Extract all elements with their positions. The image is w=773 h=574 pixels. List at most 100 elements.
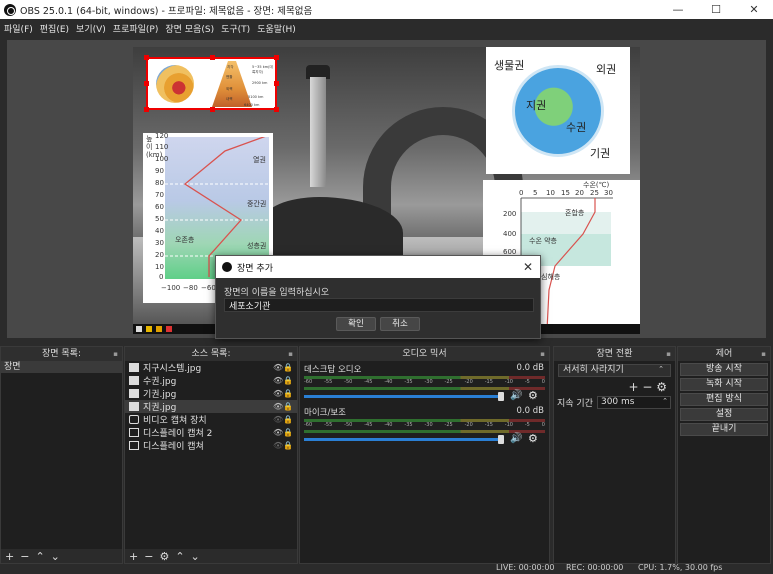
lock-icon[interactable]: 🔒 — [283, 376, 293, 385]
menu-tools[interactable]: 도구(T) — [221, 22, 250, 35]
scene-name-input[interactable] — [224, 298, 534, 312]
meter-tick: -15 — [484, 379, 493, 385]
source-item[interactable]: 수권.jpg 👁 🔒 — [125, 374, 297, 387]
sources-toolbar: + − ⚙ ⌃ ⌄ — [125, 549, 297, 563]
source-item[interactable]: 지구시스템.jpg 👁 🔒 — [125, 361, 297, 374]
earth-caption: 맨틀 — [226, 75, 233, 79]
obs-logo-icon — [222, 262, 232, 272]
source-item[interactable]: 비디오 캡쳐 장치 👁 🔒 — [125, 413, 297, 426]
speaker-icon[interactable]: 🔊 — [510, 433, 522, 444]
resize-handle[interactable] — [144, 81, 149, 86]
resize-handle[interactable] — [210, 107, 215, 112]
add-scene-dialog: 장면 추가 ✕ 장면의 이름을 입력하십시오 확인 취소 — [215, 255, 541, 339]
volume-slider-handle[interactable] — [498, 392, 504, 401]
volume-meter — [304, 387, 545, 390]
add-icon[interactable]: + — [628, 380, 638, 394]
menu-file[interactable]: 파일(F) — [4, 22, 33, 35]
x-tick: 30 — [604, 189, 613, 197]
channel-name: 마이크/보조 — [304, 408, 346, 418]
lock-icon[interactable]: 🔒 — [283, 415, 293, 424]
cancel-button[interactable]: 취소 — [380, 317, 420, 331]
source-item-selected[interactable]: 지권.jpg 👁 🔒 — [125, 400, 297, 413]
visibility-eye-icon[interactable]: 👁 — [273, 415, 283, 424]
remove-icon[interactable]: − — [144, 550, 153, 563]
menu-edit[interactable]: 편집(E) — [40, 22, 69, 35]
source-label: 지구시스템.jpg — [143, 364, 202, 374]
volume-slider[interactable] — [304, 395, 502, 398]
move-up-icon[interactable]: ⌃ — [175, 550, 184, 563]
start-streaming-button[interactable]: 방송 시작 — [680, 363, 768, 376]
transitions-dock-title: 장면 전환 — [554, 347, 675, 361]
resize-handle[interactable] — [274, 55, 279, 60]
move-down-icon[interactable]: ⌄ — [51, 550, 60, 563]
resize-handle[interactable] — [144, 107, 149, 112]
lock-icon[interactable]: 🔒 — [283, 441, 293, 450]
sphere-label: 생물권 — [494, 59, 525, 72]
menu-view[interactable]: 보기(V) — [76, 22, 106, 35]
visibility-eye-icon[interactable]: 👁 — [273, 428, 283, 437]
mixer-dock-title: 오디오 믹서 — [300, 347, 549, 361]
source-label: 디스플레이 캡쳐 — [143, 442, 204, 452]
meter-tick: -40 — [384, 422, 393, 428]
add-icon[interactable]: + — [5, 550, 14, 563]
visibility-eye-icon[interactable]: 👁 — [273, 376, 283, 385]
earth-structure-image[interactable]: 5~35 km(대륙지각) 2900 km 5100 km 6400 km 지각… — [144, 55, 279, 112]
resize-handle[interactable] — [210, 55, 215, 60]
menu-help[interactable]: 도움말(H) — [257, 22, 296, 35]
gear-icon[interactable]: ⚙ — [528, 432, 538, 445]
resize-handle[interactable] — [274, 107, 279, 112]
meter-tick: 0 — [541, 422, 545, 428]
minimize-button[interactable]: — — [659, 0, 697, 19]
start-recording-button[interactable]: 녹화 시작 — [680, 378, 768, 391]
source-label: 디스플레이 캡쳐 2 — [143, 429, 213, 439]
volume-slider-handle[interactable] — [498, 435, 504, 444]
lock-icon[interactable]: 🔒 — [283, 389, 293, 398]
meter-tick: -20 — [464, 422, 473, 428]
earth-spheres-image[interactable]: 생물권 외권 지권 수권 기권 — [486, 47, 630, 174]
meter-tick: -15 — [484, 422, 493, 428]
source-item[interactable]: 기권.jpg 👁 🔒 — [125, 387, 297, 400]
transition-select[interactable]: 서서히 사라지기 — [558, 364, 671, 377]
volume-slider[interactable] — [304, 438, 502, 441]
close-button[interactable]: ✕ — [735, 0, 773, 19]
lock-icon[interactable]: 🔒 — [283, 363, 293, 372]
y-tick: 110 — [155, 143, 169, 151]
maximize-button[interactable]: ☐ — [697, 0, 735, 19]
gear-icon[interactable]: ⚙ — [528, 389, 538, 402]
sources-dock-title: 소스 목록: — [125, 347, 297, 361]
resize-handle[interactable] — [144, 55, 149, 60]
gear-icon[interactable]: ⚙ — [656, 380, 667, 394]
meter-tick: -45 — [364, 379, 373, 385]
menu-profile[interactable]: 프로파일(P) — [113, 22, 159, 35]
remove-icon[interactable]: − — [20, 550, 29, 563]
visibility-eye-icon[interactable]: 👁 — [273, 389, 283, 398]
lock-icon[interactable]: 🔒 — [283, 402, 293, 411]
visibility-eye-icon[interactable]: 👁 — [273, 402, 283, 411]
menu-scene-collection[interactable]: 장면 모음(S) — [165, 22, 214, 35]
cpu-status: CPU: 1.7%, 30.00 fps — [638, 563, 723, 572]
source-item[interactable]: 디스플레이 캡쳐 👁 🔒 — [125, 439, 297, 452]
exit-button[interactable]: 끝내기 — [680, 423, 768, 436]
x-tick: 0 — [519, 189, 524, 197]
move-up-icon[interactable]: ⌃ — [35, 550, 44, 563]
visibility-eye-icon[interactable]: 👁 — [273, 441, 283, 450]
source-item[interactable]: 디스플레이 캡쳐 2 👁 🔒 — [125, 426, 297, 439]
lock-icon[interactable]: 🔒 — [283, 428, 293, 437]
visibility-eye-icon[interactable]: 👁 — [273, 363, 283, 372]
remove-icon[interactable]: − — [642, 380, 652, 394]
ok-button[interactable]: 확인 — [336, 317, 376, 331]
meter-tick: -30 — [424, 379, 433, 385]
scene-item[interactable]: 장면 — [1, 361, 122, 373]
resize-handle[interactable] — [274, 81, 279, 86]
start-icon — [136, 326, 142, 332]
move-down-icon[interactable]: ⌄ — [191, 550, 200, 563]
settings-button[interactable]: 설정 — [680, 408, 768, 421]
meter-tick: -60 — [304, 422, 313, 428]
add-icon[interactable]: + — [129, 550, 138, 563]
gear-icon[interactable]: ⚙ — [159, 550, 169, 563]
duration-spinbox[interactable]: 300 ms — [596, 396, 671, 409]
source-label: 수권.jpg — [143, 377, 177, 387]
speaker-icon[interactable]: 🔊 — [510, 390, 522, 401]
dialog-close-button[interactable]: ✕ — [516, 260, 540, 274]
studio-mode-button[interactable]: 편집 방식 — [680, 393, 768, 406]
